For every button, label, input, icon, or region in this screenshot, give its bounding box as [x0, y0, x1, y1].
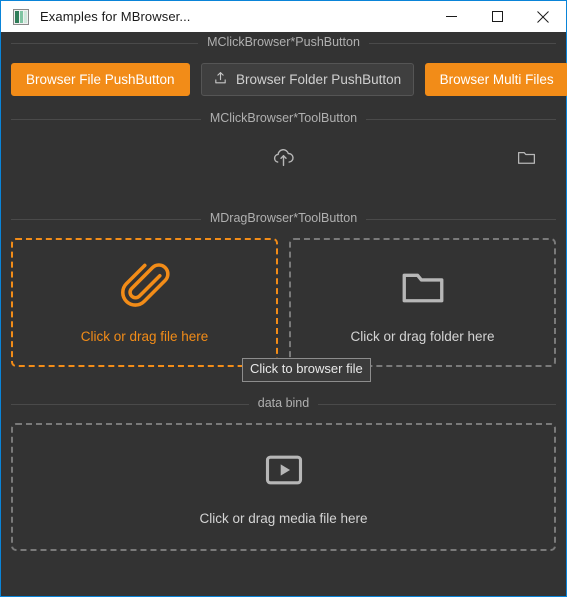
- drag-media-dropzone[interactable]: Click or drag media file here: [11, 423, 556, 551]
- group-divider-left: [11, 218, 201, 220]
- drag-file-dropzone[interactable]: Click or drag file here: [11, 238, 278, 367]
- folder-toolbutton[interactable]: [504, 140, 548, 180]
- group-label-databind: data bind: [257, 396, 310, 410]
- browser-file-label: Browser File PushButton: [26, 72, 175, 87]
- tool-button-row: [11, 132, 556, 196]
- drag-zone-row: Click or drag file here Click or drag fo…: [11, 238, 556, 367]
- group-title-pushbutton: MClickBrowser*PushButton: [11, 32, 556, 54]
- app-window-icon: [13, 8, 29, 25]
- close-button[interactable]: [520, 1, 566, 32]
- drag-folder-label: Click or drag folder here: [350, 328, 495, 344]
- paperclip-icon: [120, 262, 170, 317]
- app-window: Examples for MBrowser... MClickBrowser*P…: [0, 0, 567, 597]
- close-icon: [537, 10, 549, 23]
- browser-multi-files-pushbutton[interactable]: Browser Multi Files: [424, 63, 567, 96]
- group-title-databind: data bind: [11, 393, 556, 415]
- cloud-upload-toolbutton[interactable]: [262, 140, 306, 180]
- group-data-bind: data bind Click or drag media file here: [11, 393, 556, 551]
- group-divider-left: [11, 403, 249, 405]
- cloud-upload-icon: [271, 145, 296, 175]
- browser-folder-pushbutton[interactable]: Browser Folder PushButton: [200, 63, 414, 96]
- push-button-row: Browser File PushButton Browser Folder P…: [11, 63, 567, 96]
- group-click-browser-pushbutton: MClickBrowser*PushButton Browser File Pu…: [11, 32, 567, 96]
- group-label-pushbutton: MClickBrowser*PushButton: [207, 35, 360, 49]
- window-title: Examples for MBrowser...: [40, 9, 191, 24]
- folder-icon: [398, 262, 448, 317]
- browser-folder-label: Browser Folder PushButton: [236, 72, 402, 87]
- browser-file-pushbutton[interactable]: Browser File PushButton: [11, 63, 190, 96]
- drag-media-label: Click or drag media file here: [199, 511, 368, 526]
- group-divider-right: [366, 118, 556, 120]
- minimize-icon: [445, 16, 457, 17]
- group-drag-browser-toolbutton: MDragBrowser*ToolButton Click or drag fi…: [11, 208, 557, 367]
- group-title-toolbutton: MClickBrowser*ToolButton: [11, 108, 556, 130]
- browser-multi-label: Browser Multi Files: [439, 72, 554, 87]
- minimize-button[interactable]: [428, 1, 474, 32]
- drag-folder-dropzone[interactable]: Click or drag folder here: [289, 238, 556, 367]
- upload-icon: [213, 71, 228, 89]
- group-label-dragbrowser: MDragBrowser*ToolButton: [209, 211, 358, 225]
- group-divider-left: [11, 118, 201, 120]
- group-click-browser-toolbutton: MClickBrowser*ToolButton: [11, 108, 556, 196]
- maximize-button[interactable]: [474, 1, 520, 32]
- window-controls: [428, 1, 566, 32]
- maximize-icon: [491, 11, 503, 22]
- folder-icon: [516, 147, 537, 173]
- drag-file-label: Click or drag file here: [80, 328, 209, 344]
- client-area: MClickBrowser*PushButton Browser File Pu…: [1, 32, 567, 596]
- group-divider-right: [318, 403, 556, 405]
- media-play-icon: [262, 448, 306, 497]
- group-title-dragbrowser: MDragBrowser*ToolButton: [11, 208, 557, 230]
- group-divider-right: [368, 42, 556, 44]
- title-bar[interactable]: Examples for MBrowser...: [1, 1, 566, 32]
- group-divider-left: [11, 42, 199, 44]
- tooltip: Click to browser file: [242, 358, 371, 382]
- group-divider-right: [366, 218, 557, 220]
- group-label-toolbutton: MClickBrowser*ToolButton: [209, 111, 358, 125]
